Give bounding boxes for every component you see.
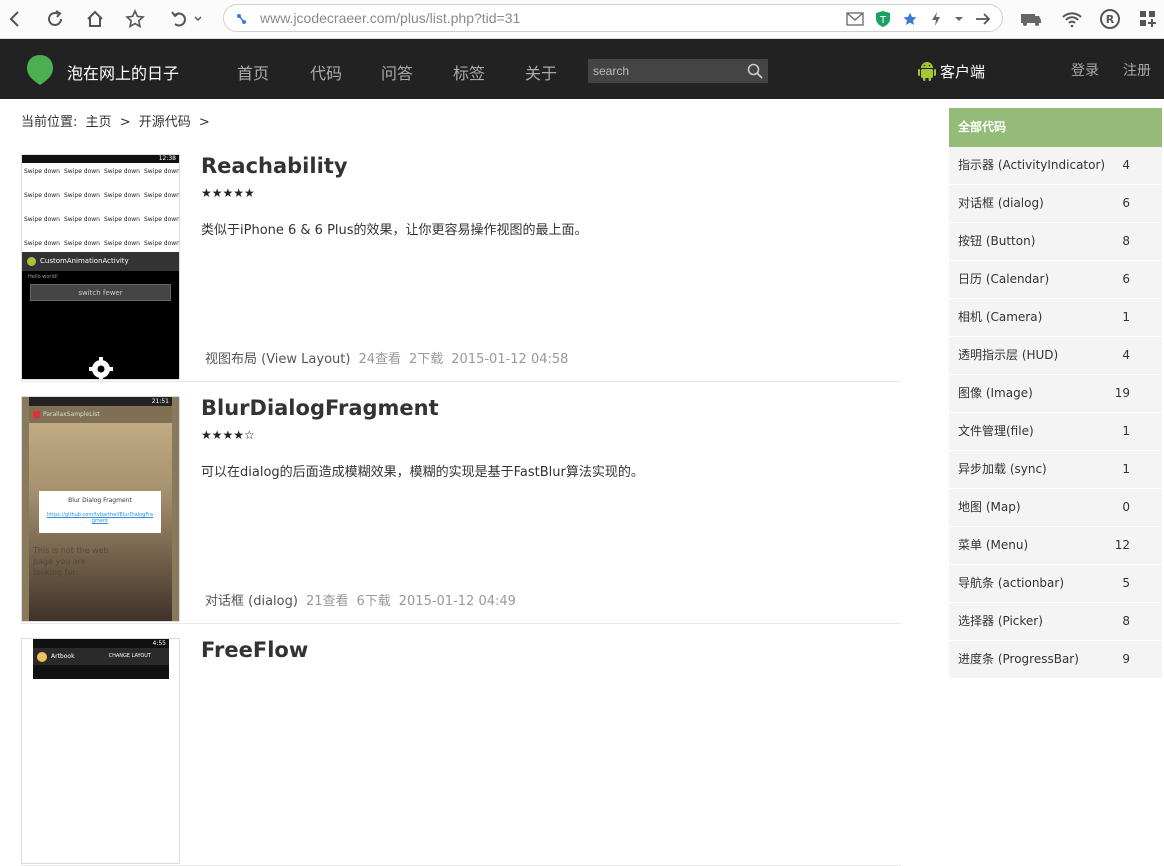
breadcrumb-prefix: 当前位置: (21, 115, 78, 130)
sidebar-item[interactable]: 文件管理(file) 1 (949, 413, 1162, 451)
item-meta: 视图布局 (View Layout) 24查看 2下载 2015-01-12 04:5… (205, 348, 576, 367)
item-category[interactable]: 视图布局 (View Layout) (205, 352, 350, 367)
phone-button: switch fewer (30, 284, 171, 301)
sidebar-item[interactable]: 菜单 (Menu) 12 (949, 527, 1162, 565)
phone-status-bar: 4:55 (152, 640, 166, 647)
item-description: 类似于iPhone 6 & 6 Plus的效果，让你更容易操作视图的最上面。 (201, 223, 588, 238)
item-views: 21查看 (305, 594, 349, 609)
apps-grid-icon[interactable] (1135, 6, 1161, 32)
sidebar-item[interactable]: 按钮 (Button) 8 (949, 223, 1162, 261)
mail-icon[interactable] (846, 10, 864, 28)
item-date: 2015-01-12 04:58 (451, 352, 569, 367)
refresh-icon[interactable] (42, 6, 68, 32)
item-description: 可以在dialog的后面造成模糊效果，模糊的实现是基于FastBlur算法实现的… (201, 465, 644, 480)
site-name[interactable]: 泡在网上的日子 (67, 60, 179, 84)
sidebar-item[interactable]: 异步加载 (sync) 1 (949, 451, 1162, 489)
item-title[interactable]: BlurDialogFragment (201, 396, 439, 420)
item-title[interactable]: Reachability (201, 154, 348, 178)
sidebar-item[interactable]: 对话框 (dialog) 6 (949, 185, 1162, 223)
code-list-item: 21:51 ParallaxSampleList Blur Dialog Fra… (21, 396, 901, 624)
search-box (588, 59, 768, 83)
sidebar-item[interactable]: 地图 (Map) 0 (949, 489, 1162, 527)
go-arrow-icon[interactable] (974, 10, 992, 28)
register-link[interactable]: 注册 (1123, 60, 1151, 80)
site-logo-icon[interactable] (26, 54, 54, 86)
shield-icon[interactable]: T (874, 10, 892, 28)
sidebar-item[interactable]: 导航条 (actionbar) 5 (949, 565, 1162, 603)
sidebar-item[interactable]: 图像 (Image) 19 (949, 375, 1162, 413)
bookmark-star-icon[interactable] (122, 6, 148, 32)
site-identity-icon (237, 14, 246, 24)
app-icon (33, 411, 40, 418)
lightning-icon[interactable] (927, 10, 945, 28)
vehicle-icon[interactable] (1018, 6, 1044, 32)
nav-about[interactable]: 关于 (525, 60, 557, 84)
dropdown-arrow-icon[interactable] (950, 10, 968, 28)
url-text[interactable]: www.jcodecraeer.com/plus/list.php?tid=31 (260, 10, 520, 26)
item-category[interactable]: 对话框 (dialog) (205, 594, 298, 609)
phone-status-bar: 12:38 (22, 155, 179, 163)
item-downloads: 6下载 (356, 594, 391, 609)
home-icon[interactable] (82, 6, 108, 32)
address-bar[interactable]: www.jcodecraeer.com/plus/list.php?tid=31… (223, 4, 1003, 32)
breadcrumb-separator: > (119, 115, 131, 130)
android-app-icon (27, 257, 36, 266)
wifi-icon[interactable] (1059, 6, 1085, 32)
phone-action-bar: ParallaxSampleList (29, 406, 172, 423)
sidebar-item[interactable]: 日历 (Calendar) 6 (949, 261, 1162, 299)
rating-stars: ★★★★★ (201, 186, 255, 200)
sidebar-item[interactable]: 进度条 (ProgressBar) 9 (949, 641, 1162, 679)
sidebar-item[interactable]: 相机 (Camera) 1 (949, 299, 1162, 337)
sidebar-title[interactable]: 全部代码 (949, 108, 1162, 147)
code-list-item: 12:38 Swipe down Swipe down Swipe down Swip… (21, 154, 901, 382)
item-date: 2015-01-12 04:49 (398, 594, 516, 609)
breadcrumb-separator: > (198, 115, 210, 130)
svg-text:R: R (1106, 13, 1115, 26)
client-label[interactable]: 客户端 (940, 61, 985, 82)
phone-hint-text: Hello world! (28, 274, 59, 280)
search-icon[interactable] (746, 62, 764, 80)
item-views: 24查看 (358, 352, 401, 367)
site-header: 泡在网上的日子 首页 代码 问答 标签 关于 客户端 登录 注册 (0, 39, 1164, 99)
sidebar-item[interactable]: 透明指示层 (HUD) 4 (949, 337, 1162, 375)
phone-dialog: Blur Dialog Fragment https://github.com/… (39, 491, 161, 533)
code-list-item: 4:55 Artbook CHANGE LAYOUT FreeFlow (21, 638, 901, 866)
gear-icon (89, 357, 113, 379)
phone-status-bar: 21:51 (29, 397, 172, 406)
search-input[interactable] (588, 59, 743, 83)
phone-action-bar: Artbook CHANGE LAYOUT (33, 648, 169, 665)
sidebar-item[interactable]: 指示器 (ActivityIndicator) 4 (949, 147, 1162, 185)
nav-code[interactable]: 代码 (310, 60, 342, 84)
category-sidebar: 全部代码 指示器 (ActivityIndicator) 4 对话框 (dialo… (949, 108, 1162, 679)
swipe-grid: Swipe down Swipe down Swipe down Swipe down… (22, 163, 179, 252)
login-link[interactable]: 登录 (1071, 60, 1099, 80)
item-title[interactable]: FreeFlow (201, 638, 308, 662)
browser-toolbar: www.jcodecraeer.com/plus/list.php?tid=31… (0, 0, 1164, 39)
item-downloads: 2下载 (409, 352, 444, 367)
sidebar-item[interactable]: 选择器 (Picker) 8 (949, 603, 1162, 641)
rating-stars: ★★★★☆ (201, 428, 255, 442)
phone-screen: 4:55 Artbook CHANGE LAYOUT (33, 639, 169, 679)
nav-qa[interactable]: 问答 (381, 60, 413, 84)
item-thumbnail[interactable]: 12:38 Swipe down Swipe down Swipe down Swip… (21, 154, 180, 380)
extension-r-icon[interactable]: R (1097, 6, 1123, 32)
android-icon (918, 62, 936, 81)
client-download-link[interactable]: 客户端 (918, 59, 985, 83)
phone-bg-text: This is not the web page you are looking… (33, 546, 109, 577)
breadcrumb: 当前位置: 主页 > 开源代码 > (21, 111, 214, 130)
favorite-star-icon[interactable] (901, 10, 919, 28)
breadcrumb-opensource[interactable]: 开源代码 (139, 115, 191, 130)
phone-screen: 21:51 ParallaxSampleList Blur Dialog Fra… (29, 397, 172, 621)
app-icon (37, 652, 47, 662)
svg-text:T: T (879, 15, 887, 26)
item-thumbnail[interactable]: 4:55 Artbook CHANGE LAYOUT (21, 638, 180, 864)
phone-action-bar: CustomAnimationActivity (22, 252, 179, 271)
nav-home[interactable]: 首页 (237, 60, 269, 84)
undo-icon[interactable] (168, 6, 204, 32)
item-thumbnail[interactable]: 21:51 ParallaxSampleList Blur Dialog Fra… (21, 396, 180, 622)
nav-tags[interactable]: 标签 (453, 60, 485, 84)
back-icon[interactable] (2, 6, 28, 32)
breadcrumb-home[interactable]: 主页 (86, 115, 112, 130)
item-meta: 对话框 (dialog) 21查看 6下载 2015-01-12 04:49 (205, 590, 524, 609)
